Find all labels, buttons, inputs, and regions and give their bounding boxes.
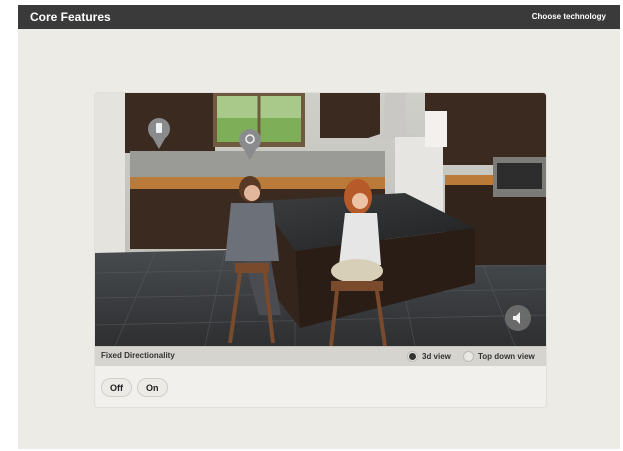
on-button[interactable]: On — [137, 378, 168, 397]
kitchen-scene — [95, 93, 546, 346]
view-option-label: 3d view — [422, 352, 451, 361]
choose-technology-link[interactable]: Choose technology — [532, 12, 606, 21]
radio-3d-view[interactable] — [407, 351, 418, 362]
view-option-top-down[interactable]: Top down view — [463, 350, 535, 363]
demo-player: Fixed Directionality 3d view Top down vi… — [95, 93, 546, 407]
radio-top-down-view[interactable] — [463, 351, 474, 362]
view-option-label: Top down view — [478, 352, 535, 361]
header-bar: Core Features Choose technology — [18, 5, 620, 29]
view-option-3d[interactable]: 3d view — [407, 350, 451, 363]
speaker-icon[interactable] — [505, 305, 531, 331]
app-frame: Core Features Choose technology Fixed Di… — [18, 5, 620, 449]
page-title: Core Features — [30, 10, 111, 24]
feature-label: Fixed Directionality — [101, 351, 175, 360]
controls-bar: Fixed Directionality 3d view Top down vi… — [95, 346, 546, 366]
off-button[interactable]: Off — [101, 378, 132, 397]
